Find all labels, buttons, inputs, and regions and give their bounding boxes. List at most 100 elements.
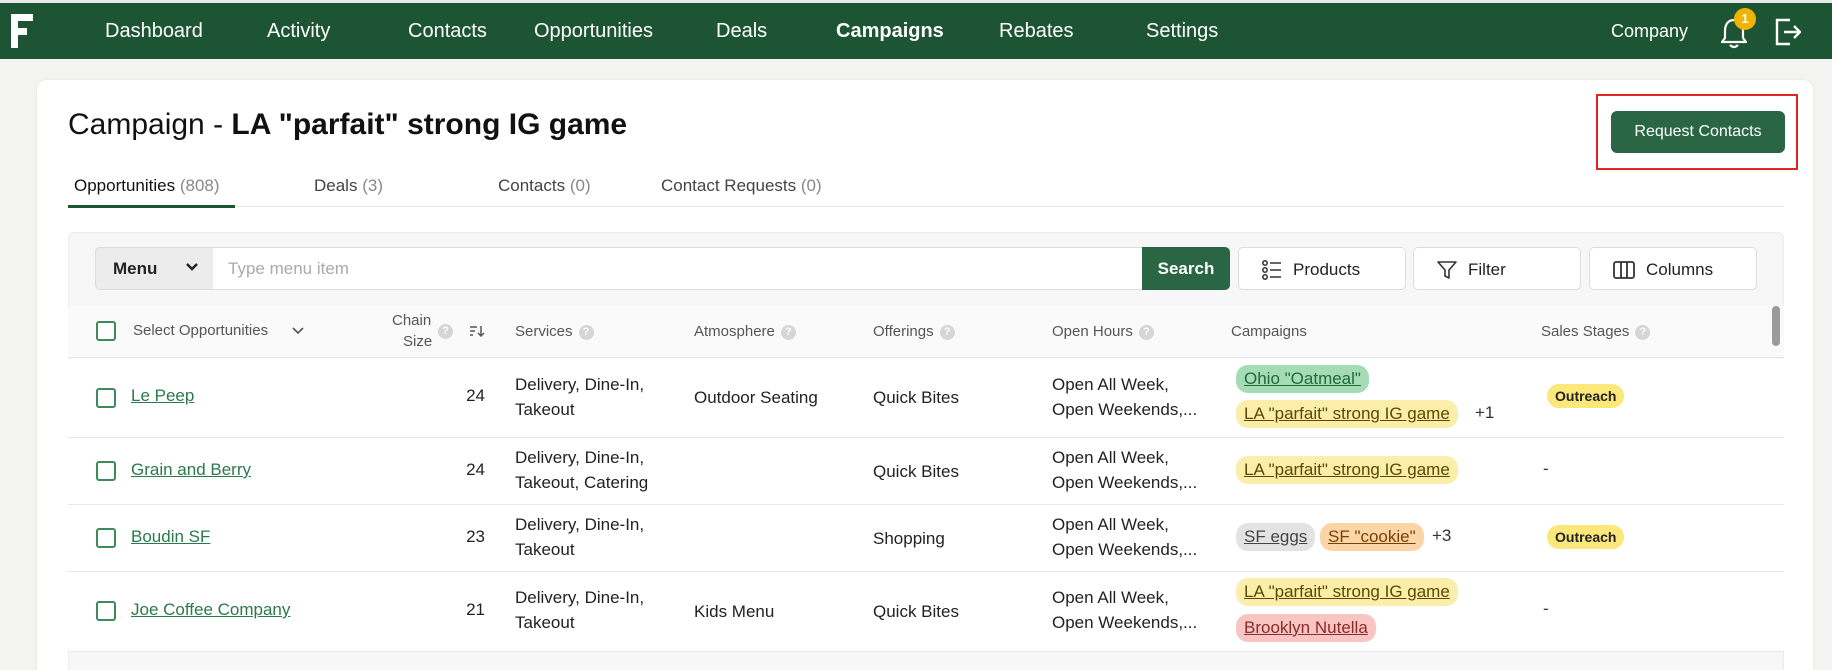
tab-divider — [68, 206, 1784, 207]
help-icon[interactable]: ? — [939, 325, 955, 340]
services-line: Delivery, Dine-In, — [515, 588, 645, 607]
row-checkbox[interactable] — [96, 461, 116, 481]
nav-campaigns[interactable]: Campaigns — [836, 3, 944, 59]
tab-count: (0) — [800, 176, 822, 195]
select-all-checkbox[interactable] — [96, 321, 116, 341]
services-line: Takeout — [515, 613, 575, 632]
campaign-tag[interactable]: LA "parfait" strong IG game — [1236, 456, 1458, 484]
tab-contacts[interactable]: Contacts (0) — [498, 176, 591, 196]
opportunity-link[interactable]: Joe Coffee Company — [131, 600, 290, 620]
help-icon[interactable]: ? — [780, 325, 796, 340]
chevron-down-icon[interactable] — [291, 326, 305, 336]
help-icon[interactable]: ? — [438, 324, 453, 339]
open-hours-header: Open Hours? — [1052, 323, 1154, 340]
campaign-tag[interactable]: Brooklyn Nutella — [1236, 614, 1376, 642]
request-contacts-button[interactable]: Request Contacts — [1611, 111, 1785, 153]
hours-line: Open Weekends,... — [1052, 473, 1198, 492]
offerings-cell: Quick Bites — [873, 602, 959, 621]
hours-line: Open Weekends,... — [1052, 540, 1198, 559]
nav-settings[interactable]: Settings — [1146, 3, 1218, 59]
campaign-tag[interactable]: LA "parfait" strong IG game — [1236, 400, 1458, 428]
campaign-name: LA "parfait" strong IG game — [231, 108, 628, 141]
nav-opportunities[interactable]: Opportunities — [534, 3, 653, 59]
tab-contact-requests[interactable]: Contact Requests (0) — [661, 176, 822, 196]
opportunity-link[interactable]: Le Peep — [131, 386, 194, 406]
list-icon — [1262, 260, 1281, 280]
offerings-header-label: Offerings — [873, 323, 934, 340]
search-button[interactable]: Search — [1142, 247, 1230, 290]
tab-label: Contacts — [498, 176, 566, 195]
sales-stage-empty: - — [1543, 599, 1549, 618]
notification-badge: 1 — [1734, 8, 1756, 30]
sort-icon[interactable] — [469, 324, 485, 338]
services-line: Takeout — [515, 400, 575, 419]
logout-icon[interactable] — [1772, 16, 1804, 48]
row-checkbox[interactable] — [96, 601, 116, 621]
chain-header-line2: Size — [403, 333, 433, 350]
tab-opportunities[interactable]: Opportunities (808) — [74, 176, 220, 196]
company-menu[interactable]: Company — [1611, 3, 1688, 59]
columns-icon — [1613, 261, 1635, 279]
nav-activity[interactable]: Activity — [267, 3, 330, 59]
campaign-tag[interactable]: SF eggs — [1236, 523, 1316, 551]
help-icon[interactable]: ? — [1635, 325, 1651, 340]
page-title: Campaign - LA "parfait" strong IG game — [68, 108, 627, 142]
offerings-header: Offerings? — [873, 323, 955, 340]
chain-size: 21 — [466, 600, 485, 619]
nav-dashboard[interactable]: Dashboard — [105, 3, 203, 59]
services-line: Takeout, Catering — [515, 473, 649, 492]
atmosphere-cell: Outdoor Seating — [694, 388, 818, 407]
offerings-cell: Quick Bites — [873, 462, 959, 481]
atmosphere-cell: Kids Menu — [694, 602, 775, 621]
table-scrollbar[interactable] — [1772, 306, 1780, 346]
services-cell: Delivery, Dine-In, Takeout — [515, 372, 644, 422]
campaign-tag[interactable]: Ohio "Oatmeal" — [1236, 365, 1369, 393]
services-line: Takeout — [515, 540, 575, 559]
chain-size: 24 — [466, 386, 485, 405]
top-nav-bar: Dashboard Activity Contacts Opportunitie… — [0, 0, 1832, 59]
services-line: Delivery, Dine-In, — [515, 448, 645, 467]
row-checkbox[interactable] — [96, 388, 116, 408]
hours-cell: Open All Week, Open Weekends,... — [1052, 512, 1197, 562]
filter-button[interactable]: Filter — [1413, 247, 1581, 290]
opportunity-link[interactable]: Grain and Berry — [131, 460, 251, 480]
campaign-tag[interactable]: SF "cookie" — [1320, 523, 1424, 551]
tab-count: (3) — [362, 176, 383, 195]
menu-search-input[interactable] — [213, 247, 1143, 290]
tab-label: Opportunities — [74, 176, 176, 195]
tab-label: Deals — [314, 176, 358, 195]
more-campaigns-count[interactable]: +1 — [1475, 403, 1494, 423]
tab-deals[interactable]: Deals (3) — [314, 176, 383, 196]
chain-size: 23 — [466, 527, 485, 546]
app-logo-icon[interactable] — [9, 12, 37, 50]
nav-contacts[interactable]: Contacts — [408, 3, 487, 59]
chain-header-line1: Chain — [392, 312, 432, 329]
products-button[interactable]: Products — [1238, 247, 1406, 290]
nav-rebates[interactable]: Rebates — [999, 3, 1074, 59]
hours-cell: Open All Week, Open Weekends,... — [1052, 445, 1197, 495]
sales-stage-badge: Outreach — [1547, 384, 1625, 408]
hours-cell: Open All Week, Open Weekends,... — [1052, 372, 1197, 422]
columns-button[interactable]: Columns — [1589, 247, 1757, 290]
services-line: Delivery, Dine-In, — [515, 515, 645, 534]
select-opportunities-header[interactable]: Select Opportunities — [133, 322, 268, 339]
opportunity-link[interactable]: Boudin SF — [131, 527, 210, 547]
nav-deals[interactable]: Deals — [716, 3, 767, 59]
help-icon[interactable]: ? — [578, 325, 594, 340]
hours-line: Open All Week, — [1052, 375, 1169, 394]
services-line: Delivery, Dine-In, — [515, 375, 645, 394]
campaign-tag[interactable]: LA "parfait" strong IG game — [1236, 578, 1458, 606]
sales-stage-badge: Outreach — [1547, 525, 1625, 549]
services-cell: Delivery, Dine-In, Takeout — [515, 585, 644, 635]
services-cell: Delivery, Dine-In, Takeout, Catering — [515, 445, 648, 495]
title-prefix: Campaign - — [68, 108, 232, 141]
hours-line: Open Weekends,... — [1052, 400, 1198, 419]
menu-select-label: Menu — [113, 259, 158, 278]
sales-stages-header-label: Sales Stages — [1541, 323, 1630, 340]
more-campaigns-count[interactable]: +3 — [1432, 526, 1451, 546]
filter-button-label: Filter — [1468, 260, 1506, 279]
help-icon[interactable]: ? — [1138, 325, 1154, 340]
active-tab-indicator — [68, 205, 235, 208]
row-checkbox[interactable] — [96, 528, 116, 548]
tab-count: (0) — [569, 176, 591, 195]
